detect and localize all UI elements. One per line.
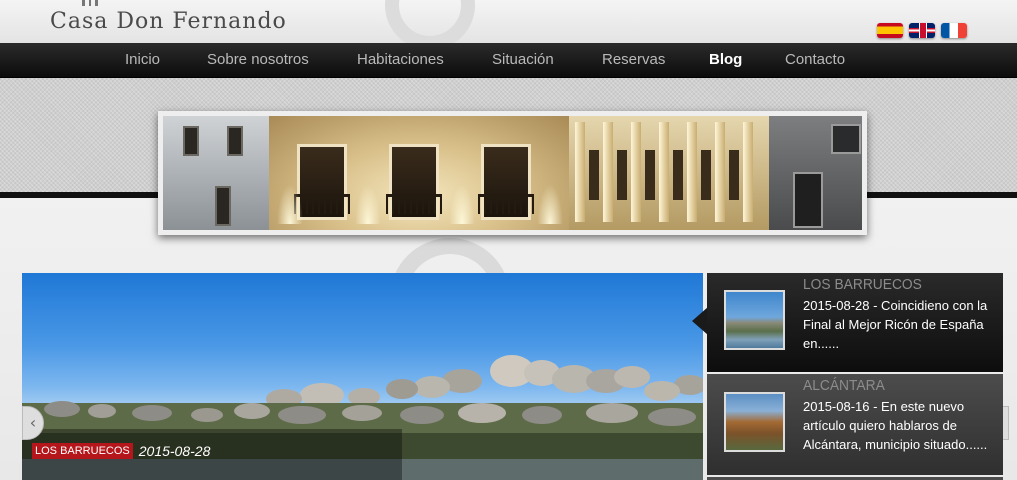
- logo-mark-icon: [82, 0, 99, 6]
- flag-es-icon[interactable]: [877, 23, 903, 38]
- blog-slider[interactable]: LOS BARRUECOS 2015-08-28: [22, 273, 703, 480]
- nav-item-inicio[interactable]: Inicio: [125, 51, 160, 68]
- post-item-los-barruecos[interactable]: LOS BARRUECOS 2015-08-28 - Coincidieno c…: [707, 273, 1003, 372]
- post-thumbnail: [724, 290, 785, 350]
- flag-fr-icon[interactable]: [941, 23, 967, 38]
- flag-gb-icon[interactable]: [909, 23, 935, 38]
- nav-item-situacion[interactable]: Situación: [492, 51, 554, 68]
- nav-item-contacto[interactable]: Contacto: [785, 51, 845, 68]
- nav-item-reservas[interactable]: Reservas: [602, 51, 665, 68]
- nav-item-sobre-nosotros[interactable]: Sobre nosotros: [207, 51, 309, 68]
- main-nav: Inicio Sobre nosotros Habitaciones Situa…: [0, 43, 1017, 78]
- post-excerpt: 2015-08-28 - Coincidieno con la Final al…: [803, 298, 988, 351]
- slide-date: 2015-08-28: [138, 443, 211, 459]
- category-badge[interactable]: LOS BARRUECOS: [32, 443, 133, 459]
- post-excerpt: 2015-08-16 - En este nuevo artículo quie…: [803, 399, 988, 452]
- slide-caption: LOS BARRUECOS 2015-08-28: [32, 443, 210, 459]
- active-pointer-icon: [692, 307, 708, 335]
- hotel-facade-image: [163, 116, 862, 230]
- hotel-banner-frame: [158, 111, 867, 235]
- nav-item-habitaciones[interactable]: Habitaciones: [357, 51, 444, 68]
- nav-item-blog[interactable]: Blog: [709, 51, 742, 68]
- post-thumbnail: [724, 392, 785, 452]
- post-item-alcantara[interactable]: ALCÁNTARA 2015-08-16 - En este nuevo art…: [707, 374, 1003, 475]
- site-header: Casa Don Fernando: [0, 0, 1017, 43]
- post-title: LOS BARRUECOS: [803, 276, 922, 293]
- post-list: LOS BARRUECOS 2015-08-28 - Coincidieno c…: [707, 273, 1003, 480]
- chevron-left-icon: ‹: [29, 413, 37, 432]
- language-selector: [877, 23, 967, 38]
- watermark-logo-icon: [385, 0, 475, 43]
- post-title: ALCÁNTARA: [803, 377, 885, 394]
- site-logo[interactable]: Casa Don Fernando: [50, 9, 287, 34]
